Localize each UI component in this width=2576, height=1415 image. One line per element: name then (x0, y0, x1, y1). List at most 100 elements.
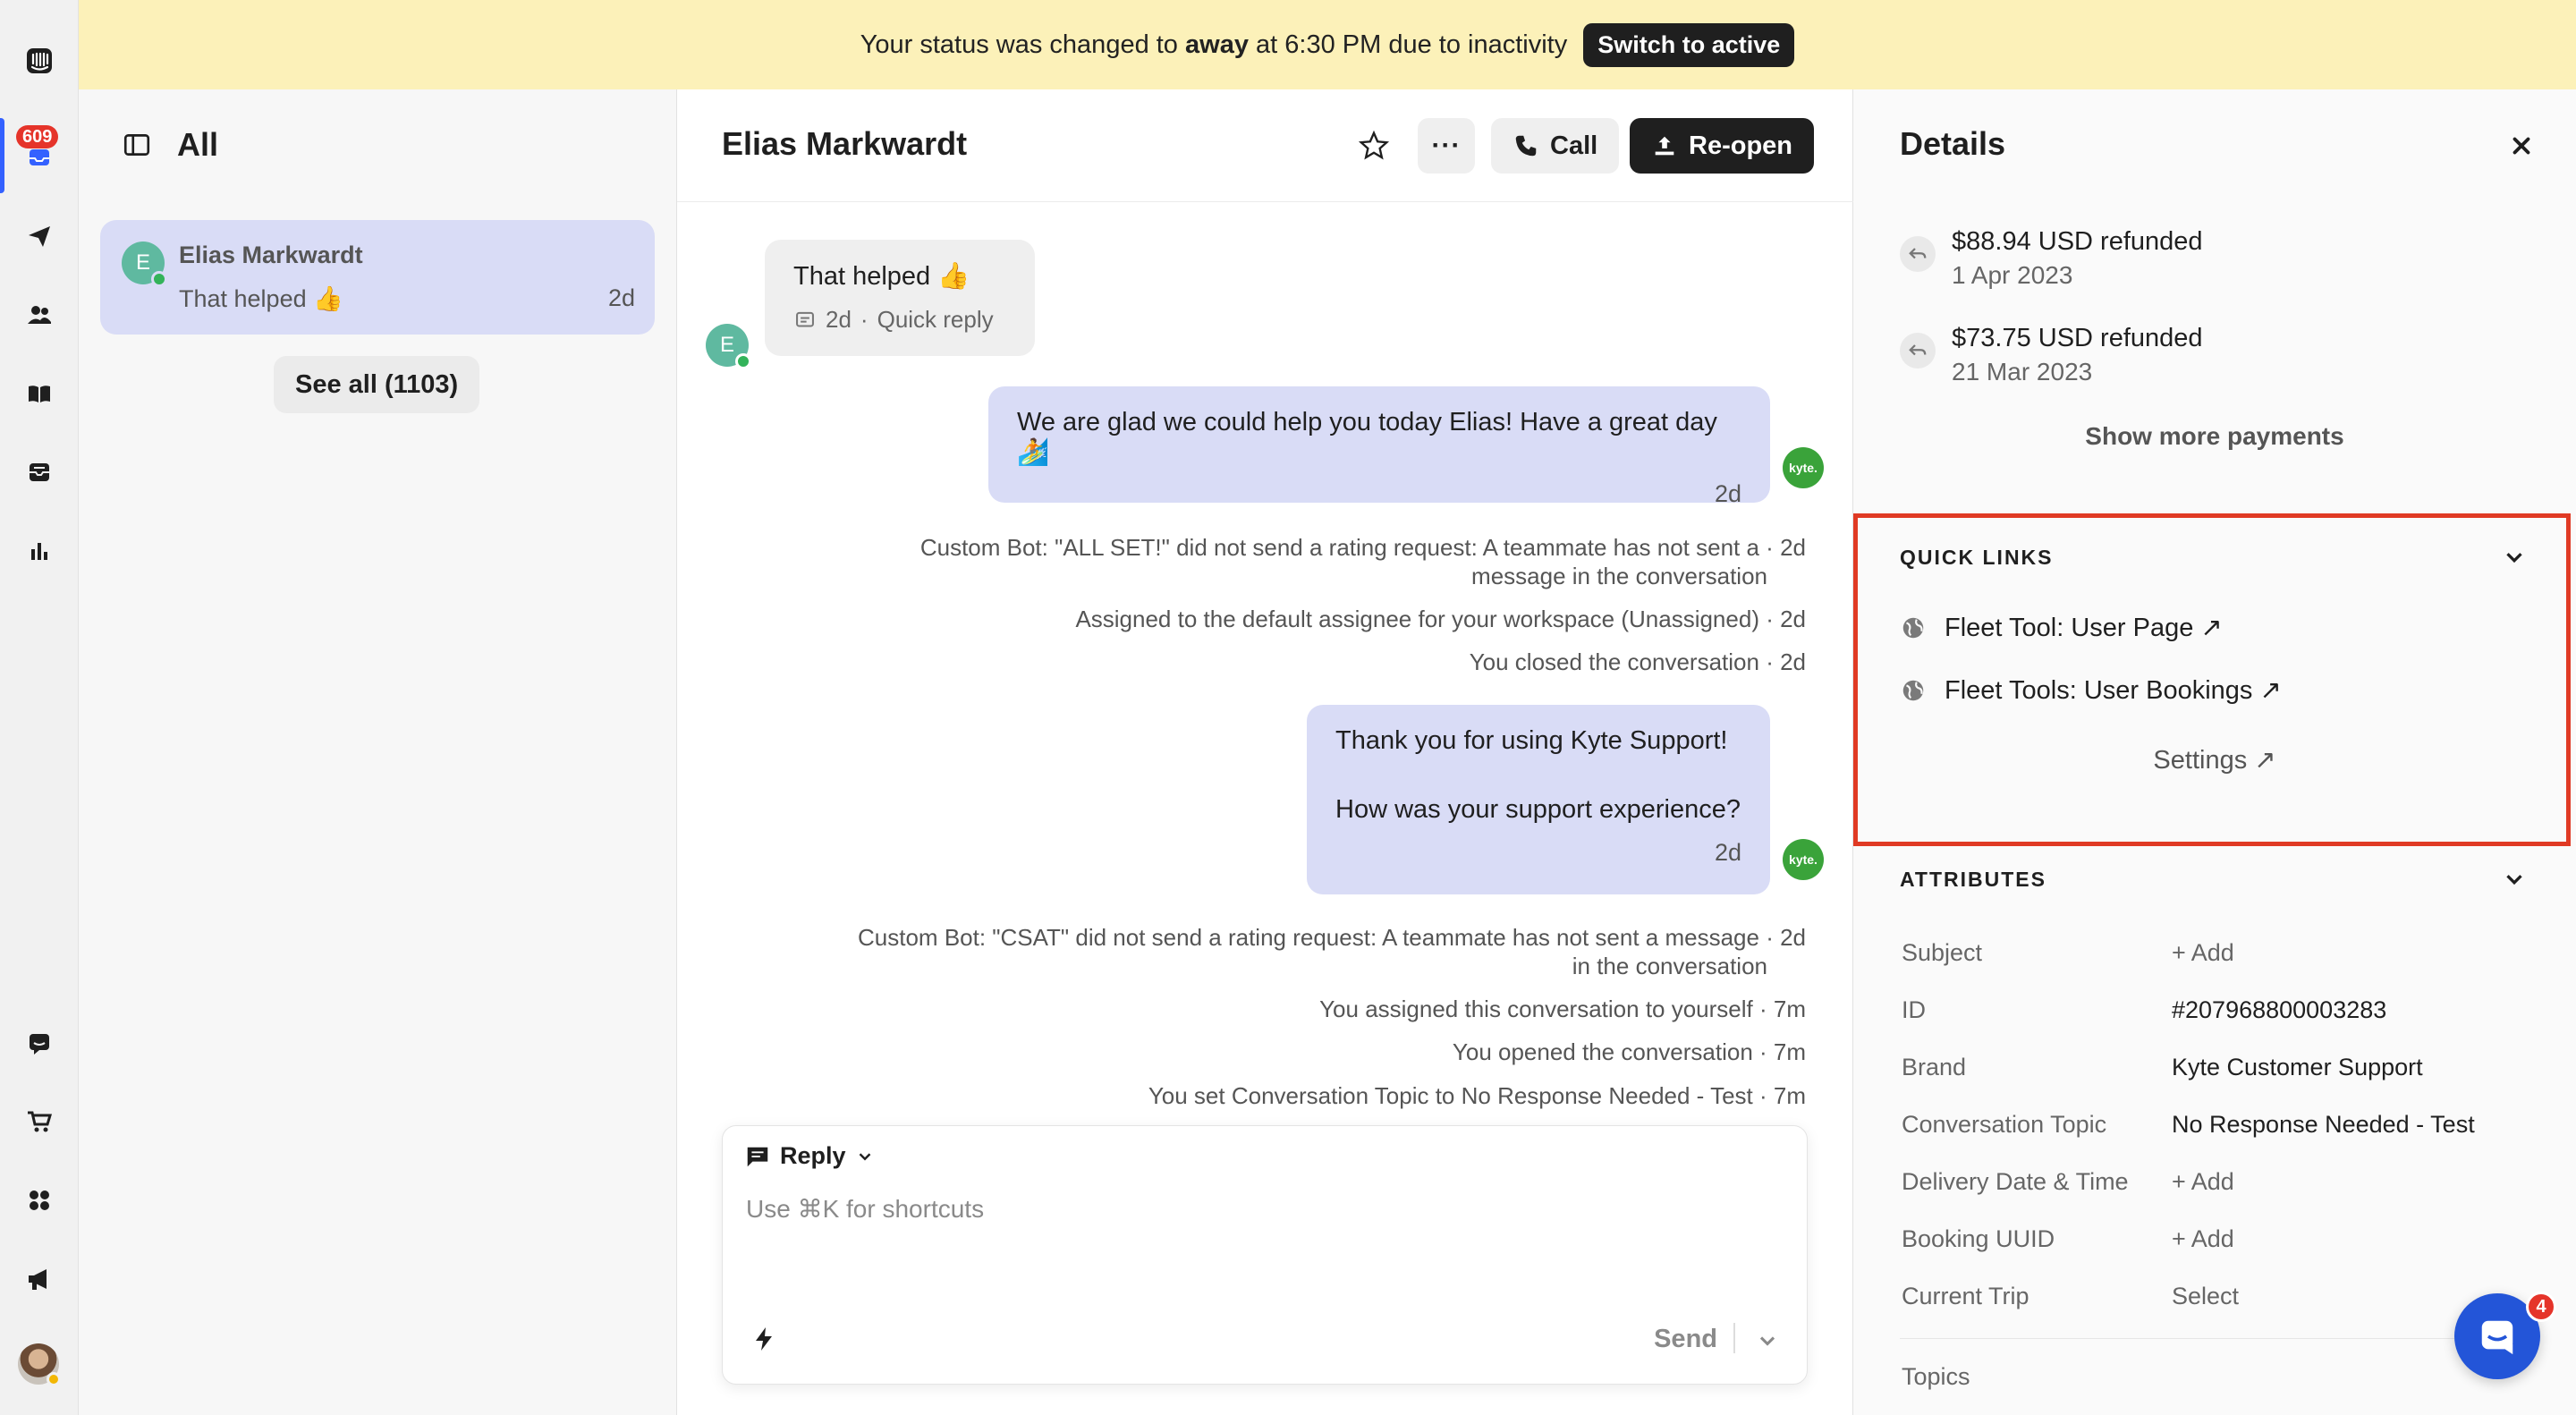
reopen-icon (1655, 136, 1674, 156)
agent-message: We are glad we could help you today Elia… (988, 386, 1770, 507)
list-title: All (177, 126, 219, 163)
attribute-value-current-trip[interactable]: Select (2172, 1283, 2239, 1310)
close-icon[interactable] (2508, 132, 2535, 159)
reports-inbox-icon[interactable] (20, 453, 59, 492)
quick-links-settings-link[interactable]: Settings ↗ (1853, 744, 2576, 775)
attribute-label: ID (1902, 996, 1926, 1023)
quick-link-user-bookings[interactable]: Fleet Tools: User Bookings ↗ (1900, 674, 2282, 706)
conversation-time: 2d (607, 284, 635, 311)
attribute-label: Brand (1902, 1054, 1967, 1080)
attribute-label: Booking UUID (1902, 1225, 2055, 1252)
payment-amount: $88.94 USD refunded (1952, 227, 2203, 256)
agent-message: Thank you for using Kyte Support! How wa… (1307, 705, 1770, 894)
conversation-snippet: That helped 👍 (179, 285, 343, 312)
avatar-initial: E (719, 333, 734, 357)
meta-separator: · (860, 306, 869, 333)
bolt-icon[interactable] (750, 1325, 778, 1353)
list-item[interactable]: E Elias Markwardt That helped 👍 2d (100, 220, 655, 335)
reports-icon[interactable] (20, 531, 59, 571)
call-button[interactable]: Call (1491, 118, 1620, 174)
left-rail: 609 (0, 0, 79, 1415)
event-line: message in the conversation (1471, 563, 1767, 589)
quick-reply-icon (796, 311, 814, 327)
send-options-chevron-icon[interactable] (1755, 1328, 1780, 1353)
quick-link-user-page[interactable]: Fleet Tool: User Page ↗ (1900, 612, 2223, 643)
show-more-payments-link[interactable]: Show more payments (1853, 422, 2576, 451)
attribute-value-conversation-topic[interactable]: No Response Needed - Test (2172, 1111, 2475, 1139)
conversation-header: Elias Markwardt ··· Call Re-open (677, 89, 1853, 202)
see-all-button[interactable]: See all (1103) (274, 356, 480, 413)
refund-icon (1900, 236, 1936, 272)
attribute-value-delivery-date[interactable]: + Add (2172, 1168, 2234, 1196)
quick-link-label: Fleet Tools: User Bookings ↗ (1945, 676, 2282, 705)
avatar: E (122, 241, 167, 287)
message-line: Thank you for using Kyte Support! (1335, 726, 1728, 755)
quick-link-label: Fleet Tool: User Page ↗ (1945, 614, 2223, 642)
messenger-icon[interactable] (20, 1023, 59, 1063)
switch-to-active-button[interactable]: Switch to active (1583, 22, 1795, 67)
avatar[interactable] (18, 1343, 61, 1386)
attribute-label: Conversation Topic (1902, 1111, 2107, 1138)
star-icon[interactable] (1357, 129, 1391, 163)
event-line: in the conversation (1572, 953, 1767, 979)
conversation-list-pane: All E Elias Markwardt That helped 👍 2d S… (79, 89, 677, 1415)
event-line: You closed the conversation · 2d (1469, 648, 1806, 675)
knowledge-icon[interactable] (20, 374, 59, 413)
call-label: Call (1550, 131, 1598, 160)
event-line: You set Conversation Topic to No Respons… (1148, 1082, 1806, 1109)
launcher-badge: 4 (2526, 1292, 2556, 1322)
send-button[interactable]: Send (1654, 1325, 1717, 1354)
chat-icon (2481, 1320, 2513, 1355)
reply-mode-label: Reply (780, 1142, 846, 1169)
contacts-icon[interactable] (20, 295, 59, 335)
topics-label: Topics (1902, 1363, 1970, 1390)
banner-text-after: at 6:30 PM due to inactivity (1256, 30, 1568, 59)
banner-text-before: Your status was changed to (860, 30, 1178, 59)
intercom-logo-icon[interactable] (20, 41, 59, 80)
shop-icon[interactable] (20, 1102, 59, 1141)
event-line: Assigned to the default assignee for you… (1075, 606, 1806, 632)
attribute-value-subject[interactable]: + Add (2172, 939, 2234, 967)
event-line: You opened the conversation · 7m (1452, 1038, 1806, 1065)
attributes-heading: ATTRIBUTES (1900, 868, 2046, 891)
conversation-name: Elias Markwardt (179, 241, 363, 268)
app-window: 609 Your status was changed to away at 6… (0, 0, 2576, 1415)
reply-mode-dropdown[interactable]: Reply (744, 1142, 875, 1170)
reopen-label: Re-open (1689, 131, 1792, 160)
message-meta: 2d · Quick reply (793, 306, 1006, 334)
attribute-value-booking-uuid[interactable]: + Add (2172, 1225, 2234, 1253)
customer-message: That helped 👍 2d · Quick reply (765, 240, 1035, 356)
agent-avatar[interactable]: kyte. (1783, 447, 1824, 488)
conversation-pane: Elias Markwardt ··· Call Re-open That he… (677, 89, 1853, 1415)
phone-icon (1515, 135, 1537, 157)
online-indicator (151, 271, 167, 287)
chevron-down-icon (859, 1152, 870, 1160)
reopen-button[interactable]: Re-open (1630, 118, 1814, 174)
announce-icon[interactable] (20, 1259, 59, 1299)
rail-active-indicator (0, 118, 4, 193)
chevron-down-icon[interactable] (2501, 544, 2528, 571)
attribute-value-brand[interactable]: Kyte Customer Support (2172, 1054, 2423, 1081)
outbound-icon[interactable] (20, 216, 59, 256)
payment-date: 21 Mar 2023 (1952, 358, 2093, 386)
globe-icon (1902, 617, 1924, 638)
reply-input[interactable]: Use ⌘K for shortcuts (746, 1194, 984, 1224)
more-button[interactable]: ··· (1418, 118, 1475, 174)
message-time: 2d (826, 306, 852, 333)
apps-icon[interactable] (20, 1181, 59, 1220)
attribute-label: Subject (1902, 939, 1983, 966)
avatar-initial: E (135, 250, 150, 275)
message-line: How was your support experience? (1335, 795, 1741, 824)
attribute-label: Delivery Date & Time (1902, 1168, 2129, 1195)
attribute-value-id: #207968800003283 (2172, 996, 2387, 1023)
customer-avatar[interactable]: E (706, 324, 751, 369)
refund-icon (1900, 333, 1936, 369)
away-status-dot (47, 1372, 61, 1386)
reply-composer[interactable]: Reply Use ⌘K for shortcuts Send (722, 1125, 1808, 1385)
agent-avatar[interactable]: kyte. (1783, 839, 1824, 880)
sidebar-toggle-icon[interactable] (122, 130, 152, 160)
event-line: Custom Bot: "ALL SET!" did not send a ra… (919, 534, 1806, 561)
status-banner: Your status was changed to away at 6:30 … (79, 0, 2576, 89)
chevron-down-icon[interactable] (2501, 866, 2528, 893)
message-text: We are glad we could help you today Elia… (1017, 408, 1717, 467)
